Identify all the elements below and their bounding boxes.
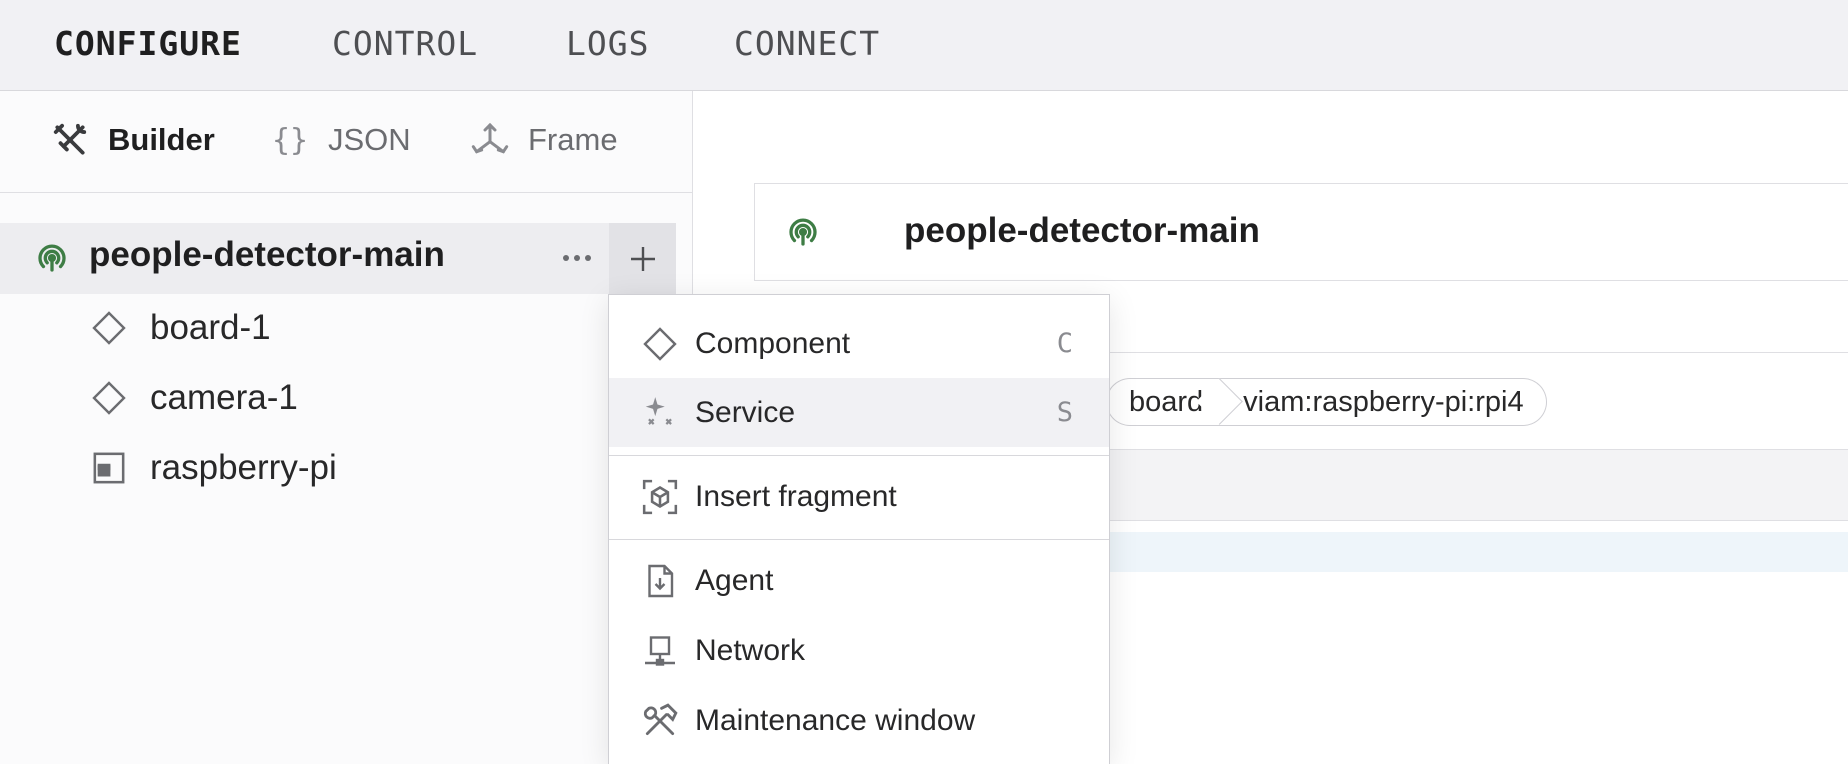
machine-title: people-detector-main (904, 211, 1260, 250)
menu-item-service[interactable]: Service S (609, 378, 1109, 447)
mode-tab-label: Builder (108, 122, 215, 157)
sparkle-icon (641, 394, 679, 432)
add-resource-button[interactable] (609, 223, 676, 294)
tree-item-camera-1[interactable]: camera-1 (90, 368, 298, 428)
fragment-icon (641, 478, 679, 516)
menu-item-label: Network (695, 633, 806, 667)
tools-icon (50, 120, 90, 160)
online-signal-icon (785, 214, 821, 255)
menu-item-insert-fragment[interactable]: Insert fragment (609, 462, 1109, 531)
tree-item-label: raspberry-pi (150, 448, 337, 487)
hammer-wrench-icon (641, 702, 679, 740)
tab-connect[interactable]: CONNECT (734, 20, 880, 68)
braces-icon: {} (271, 122, 309, 158)
menu-item-label: Agent (695, 563, 774, 597)
mode-tab-frame[interactable]: Frame (470, 115, 618, 165)
axes-icon (470, 120, 510, 160)
tree-root-machine[interactable]: people-detector-main (0, 223, 676, 294)
mode-tab-label: JSON (328, 122, 411, 157)
menu-item-label: Insert fragment (695, 479, 897, 513)
network-icon (641, 632, 679, 670)
mode-tabs: Builder {} JSON Frame (0, 91, 692, 193)
menu-item-label: Component (695, 326, 851, 360)
menu-divider (609, 455, 1109, 456)
online-signal-icon (34, 240, 70, 281)
menu-item-label: Service (695, 395, 796, 429)
tab-logs[interactable]: LOGS (566, 20, 649, 68)
more-options-button[interactable] (552, 233, 602, 283)
tree-item-label: camera-1 (150, 378, 298, 417)
menu-item-maintenance-window[interactable]: Maintenance window (609, 686, 1109, 755)
tab-configure[interactable]: CONFIGURE (54, 20, 242, 68)
diamond-icon (641, 325, 679, 363)
shortcut-key: S (1056, 397, 1073, 428)
model-chip: viam:raspberry-pi:rpi4 (1213, 378, 1547, 426)
mode-tab-label: Frame (528, 122, 618, 157)
add-resource-menu: Component C Service S Insert fragment Ag… (608, 294, 1110, 764)
plus-icon (630, 246, 655, 271)
mode-tab-builder[interactable]: Builder (50, 115, 215, 165)
diamond-icon (90, 309, 128, 347)
menu-item-network[interactable]: Network (609, 616, 1109, 685)
board-chip-icon (90, 449, 128, 487)
machine-name: people-detector-main (89, 235, 445, 274)
mode-tab-json[interactable]: {} JSON (270, 115, 411, 165)
menu-divider (609, 539, 1109, 540)
top-nav: CONFIGURE CONTROL LOGS CONNECT (0, 0, 1848, 91)
model-breadcrumb: board viam:raspberry-pi:rpi4 (1106, 378, 1547, 426)
tree-item-raspberry-pi[interactable]: raspberry-pi (90, 438, 337, 498)
shortcut-key: C (1056, 328, 1073, 359)
diamond-icon (90, 379, 128, 417)
tree-item-label: board-1 (150, 308, 271, 347)
file-download-icon (641, 562, 679, 600)
menu-item-agent[interactable]: Agent (609, 546, 1109, 615)
machine-card-header: people-detector-main (754, 183, 1848, 281)
menu-item-label: Maintenance window (695, 703, 976, 737)
tab-control[interactable]: CONTROL (332, 20, 478, 68)
tree-item-board-1[interactable]: board-1 (90, 298, 271, 358)
menu-item-component[interactable]: Component C (609, 309, 1109, 378)
sidebar: Builder {} JSON Frame people-detector-ma… (0, 91, 693, 764)
